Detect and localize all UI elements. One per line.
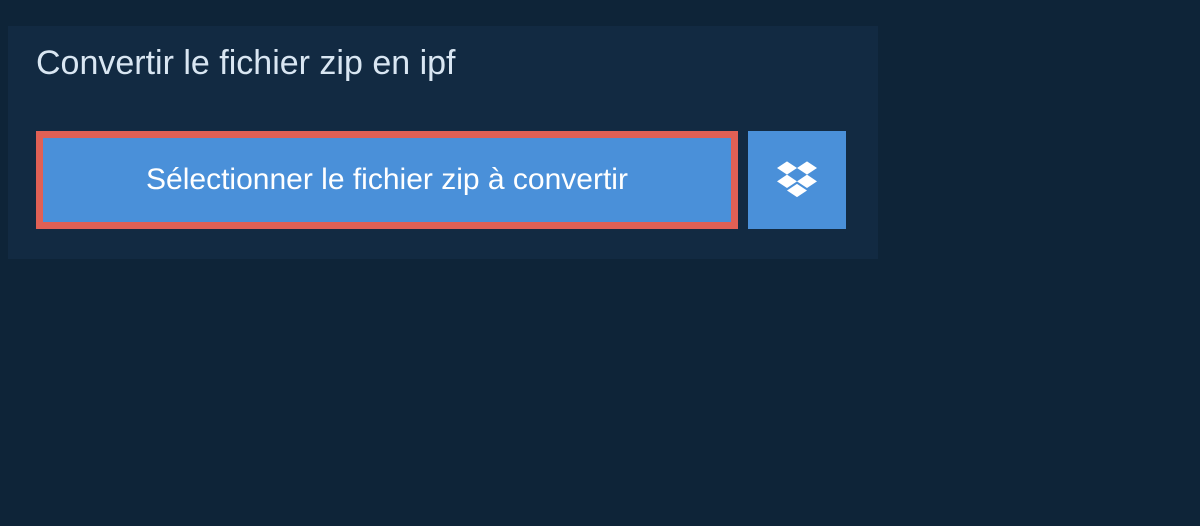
converter-panel: Convertir le fichier zip en ipf Sélectio… (8, 26, 878, 259)
action-row: Sélectionner le fichier zip à convertir (8, 101, 878, 259)
select-file-label: Sélectionner le fichier zip à convertir (146, 163, 628, 197)
title-bar: Convertir le fichier zip en ipf (8, 26, 484, 101)
dropbox-icon (777, 158, 817, 203)
page-title: Convertir le fichier zip en ipf (36, 44, 456, 82)
select-file-button[interactable]: Sélectionner le fichier zip à convertir (36, 131, 738, 229)
dropbox-button[interactable] (748, 131, 846, 229)
